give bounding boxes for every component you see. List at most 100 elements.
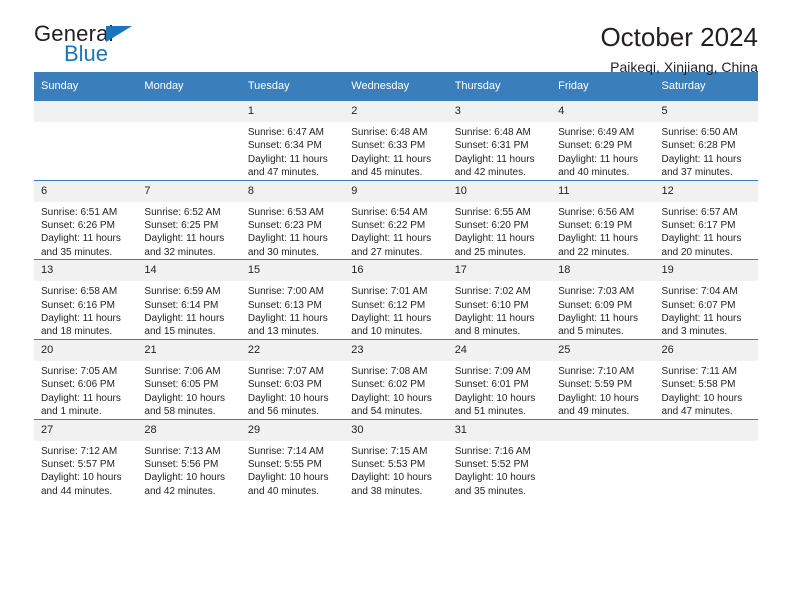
calendar-day-cell-empty	[551, 418, 655, 499]
calendar-day-cell[interactable]: 31 Sunrise: 7:16 AM Sunset: 5:52 PM Dayligh…	[447, 418, 552, 499]
page-header: General Blue October 2024 Paikeqi, Xinji…	[34, 0, 758, 76]
day-number: 9	[344, 180, 448, 202]
sunrise-text: Sunrise: 7:05 AM	[41, 365, 118, 377]
day-number: 22	[240, 339, 345, 361]
calendar-day-cell[interactable]: 2 Sunrise: 6:48 AM Sunset: 6:33 PM Daylight…	[344, 100, 448, 181]
calendar-day-cell[interactable]: 11 Sunrise: 6:56 AM Sunset: 6:19 PM Dayligh…	[551, 179, 655, 260]
sunset-text: Sunset: 6:09 PM	[558, 299, 633, 311]
daylight-text-line2: and 18 minutes.	[41, 326, 113, 338]
sunrise-text: Sunrise: 6:47 AM	[247, 127, 324, 138]
calendar-day-cell[interactable]: 14 Sunrise: 6:59 AM Sunset: 6:14 PM Dayligh…	[137, 259, 241, 340]
sunrise-text: Sunrise: 6:58 AM	[41, 286, 118, 298]
sunset-text: Sunset: 6:31 PM	[454, 140, 529, 152]
sunrise-text: Sunrise: 7:07 AM	[247, 365, 324, 377]
day-details: Sunrise: 7:04 AM Sunset: 6:07 PM Daylight:…	[655, 281, 758, 339]
daylight-text-line2: and 42 minutes.	[144, 485, 216, 497]
calendar-day-cell[interactable]: 6 Sunrise: 6:51 AM Sunset: 6:26 PM Daylight…	[34, 179, 138, 260]
day-details: Sunrise: 7:03 AM Sunset: 6:09 PM Daylight:…	[551, 281, 654, 339]
calendar-day-cell[interactable]: 18 Sunrise: 7:03 AM Sunset: 6:09 PM Dayligh…	[551, 259, 655, 340]
calendar-day-cell[interactable]: 29 Sunrise: 7:14 AM Sunset: 5:55 PM Dayligh…	[240, 418, 345, 499]
day-details: Sunrise: 7:10 AM Sunset: 5:59 PM Daylight:…	[551, 361, 654, 419]
location-subtitle: Paikeqi, Xinjiang, China	[610, 59, 758, 75]
general-blue-logo[interactable]: General Blue	[34, 22, 154, 70]
sunset-text: Sunset: 6:06 PM	[41, 379, 115, 391]
calendar-day-cell[interactable]: 10 Sunrise: 6:55 AM Sunset: 6:20 PM Dayligh…	[447, 179, 552, 260]
calendar-day-cell[interactable]: 7 Sunrise: 6:52 AM Sunset: 6:25 PM Daylight…	[137, 179, 241, 260]
calendar-day-cell[interactable]: 26 Sunrise: 7:11 AM Sunset: 5:58 PM Dayligh…	[654, 338, 758, 419]
sunset-text: Sunset: 6:16 PM	[41, 299, 115, 311]
day-details: Sunrise: 7:11 AM Sunset: 5:58 PM Daylight:…	[655, 361, 758, 419]
day-details: Sunrise: 6:49 AM Sunset: 6:29 PM Daylight:…	[551, 122, 654, 180]
calendar-day-cell[interactable]: 13 Sunrise: 6:58 AM Sunset: 6:16 PM Dayligh…	[34, 259, 138, 340]
daylight-text-line2: and 27 minutes.	[351, 246, 423, 258]
day-details: Sunrise: 7:06 AM Sunset: 6:05 PM Daylight:…	[137, 361, 240, 419]
sunset-text: Sunset: 6:20 PM	[454, 220, 529, 232]
day-number: 7	[137, 180, 241, 202]
sunset-text: Sunset: 6:34 PM	[247, 140, 322, 152]
day-number: 30	[344, 419, 448, 441]
title-block: October 2024 Paikeqi, Xinjiang, China	[600, 22, 758, 77]
weekday-header-monday: Monday	[137, 72, 241, 101]
calendar-day-cell[interactable]: 30 Sunrise: 7:15 AM Sunset: 5:53 PM Dayligh…	[344, 418, 448, 499]
day-number: 15	[240, 260, 345, 282]
daylight-text-line2: and 44 minutes.	[41, 485, 113, 497]
calendar-day-cell[interactable]: 27 Sunrise: 7:12 AM Sunset: 5:57 PM Dayligh…	[34, 418, 138, 499]
logo-triangle-icon	[106, 26, 132, 42]
calendar-day-cell[interactable]: 12 Sunrise: 6:57 AM Sunset: 6:17 PM Dayligh…	[654, 179, 758, 260]
calendar-day-cell[interactable]: 8 Sunrise: 6:53 AM Sunset: 6:23 PM Daylight…	[240, 179, 345, 260]
day-number: 25	[551, 339, 655, 361]
daylight-text-line1: Daylight: 10 hours	[454, 472, 536, 484]
daylight-text-line1: Daylight: 10 hours	[144, 472, 226, 484]
daylight-text-line1: Daylight: 11 hours	[558, 153, 638, 165]
calendar-day-cell[interactable]: 17 Sunrise: 7:02 AM Sunset: 6:10 PM Dayligh…	[447, 259, 552, 340]
daylight-text-line2: and 3 minutes.	[661, 326, 728, 338]
page-title: October 2024	[600, 22, 758, 52]
calendar-day-cell[interactable]: 3 Sunrise: 6:48 AM Sunset: 6:31 PM Daylight…	[447, 100, 552, 181]
day-number: 16	[344, 260, 448, 282]
calendar-week-row: 20 Sunrise: 7:05 AM Sunset: 6:06 PM Dayligh…	[34, 338, 758, 419]
calendar-day-cell[interactable]: 15 Sunrise: 7:00 AM Sunset: 6:13 PM Dayligh…	[240, 259, 345, 340]
daylight-text-line1: Daylight: 11 hours	[351, 233, 432, 245]
daylight-text-line1: Daylight: 10 hours	[454, 392, 536, 404]
day-details: Sunrise: 6:57 AM Sunset: 6:17 PM Daylight:…	[655, 202, 758, 260]
calendar-day-cell[interactable]: 24 Sunrise: 7:09 AM Sunset: 6:01 PM Dayligh…	[447, 338, 552, 419]
calendar-day-cell[interactable]: 25 Sunrise: 7:10 AM Sunset: 5:59 PM Dayligh…	[551, 338, 655, 419]
sunset-text: Sunset: 6:01 PM	[454, 379, 529, 391]
calendar-day-cell[interactable]: 1 Sunrise: 6:47 AM Sunset: 6:34 PM Daylight…	[240, 100, 345, 181]
calendar-day-cell[interactable]: 16 Sunrise: 7:01 AM Sunset: 6:12 PM Dayligh…	[344, 259, 448, 340]
day-number	[654, 419, 758, 441]
day-details: Sunrise: 7:14 AM Sunset: 5:55 PM Daylight:…	[241, 441, 344, 499]
daylight-text-line1: Daylight: 11 hours	[247, 153, 328, 165]
sunset-text: Sunset: 6:25 PM	[144, 220, 219, 232]
sunrise-text: Sunrise: 7:15 AM	[351, 445, 428, 457]
sunrise-text: Sunrise: 7:16 AM	[454, 445, 531, 457]
daylight-text-line2: and 35 minutes.	[41, 246, 113, 258]
sunset-text: Sunset: 5:56 PM	[144, 458, 219, 470]
day-number: 3	[447, 101, 552, 122]
daylight-text-line1: Daylight: 11 hours	[351, 313, 432, 325]
calendar-day-cell[interactable]: 9 Sunrise: 6:54 AM Sunset: 6:22 PM Daylight…	[344, 179, 448, 260]
sunrise-text: Sunrise: 7:11 AM	[661, 365, 737, 377]
sunrise-text: Sunrise: 7:06 AM	[144, 365, 221, 377]
sunset-text: Sunset: 5:58 PM	[661, 379, 736, 391]
calendar-day-cell[interactable]: 5 Sunrise: 6:50 AM Sunset: 6:28 PM Daylight…	[654, 100, 758, 181]
day-number: 23	[344, 339, 448, 361]
sunrise-text: Sunrise: 7:00 AM	[247, 286, 324, 298]
calendar-day-cell[interactable]: 23 Sunrise: 7:08 AM Sunset: 6:02 PM Dayligh…	[344, 338, 448, 419]
day-number: 26	[654, 339, 758, 361]
calendar-day-cell[interactable]: 22 Sunrise: 7:07 AM Sunset: 6:03 PM Dayligh…	[240, 338, 345, 419]
daylight-text-line1: Daylight: 11 hours	[558, 313, 638, 325]
calendar-day-cell[interactable]: 28 Sunrise: 7:13 AM Sunset: 5:56 PM Dayligh…	[137, 418, 241, 499]
daylight-text-line2: and 35 minutes.	[454, 485, 526, 497]
sunrise-text: Sunrise: 7:04 AM	[661, 286, 738, 298]
daylight-text-line1: Daylight: 11 hours	[41, 233, 121, 245]
calendar-day-cell[interactable]: 4 Sunrise: 6:49 AM Sunset: 6:29 PM Daylight…	[551, 100, 655, 181]
day-details: Sunrise: 7:13 AM Sunset: 5:56 PM Daylight:…	[137, 441, 240, 499]
daylight-text-line1: Daylight: 11 hours	[247, 233, 328, 245]
calendar-day-cell[interactable]: 19 Sunrise: 7:04 AM Sunset: 6:07 PM Dayligh…	[654, 259, 758, 340]
calendar-day-cell[interactable]: 20 Sunrise: 7:05 AM Sunset: 6:06 PM Dayligh…	[34, 338, 138, 419]
calendar-week-row: 27 Sunrise: 7:12 AM Sunset: 5:57 PM Dayligh…	[34, 418, 758, 499]
sunset-text: Sunset: 5:53 PM	[351, 458, 426, 470]
calendar-day-cell[interactable]: 21 Sunrise: 7:06 AM Sunset: 6:05 PM Dayligh…	[137, 338, 241, 419]
calendar-week-row: 13 Sunrise: 6:58 AM Sunset: 6:16 PM Dayligh…	[34, 259, 758, 340]
